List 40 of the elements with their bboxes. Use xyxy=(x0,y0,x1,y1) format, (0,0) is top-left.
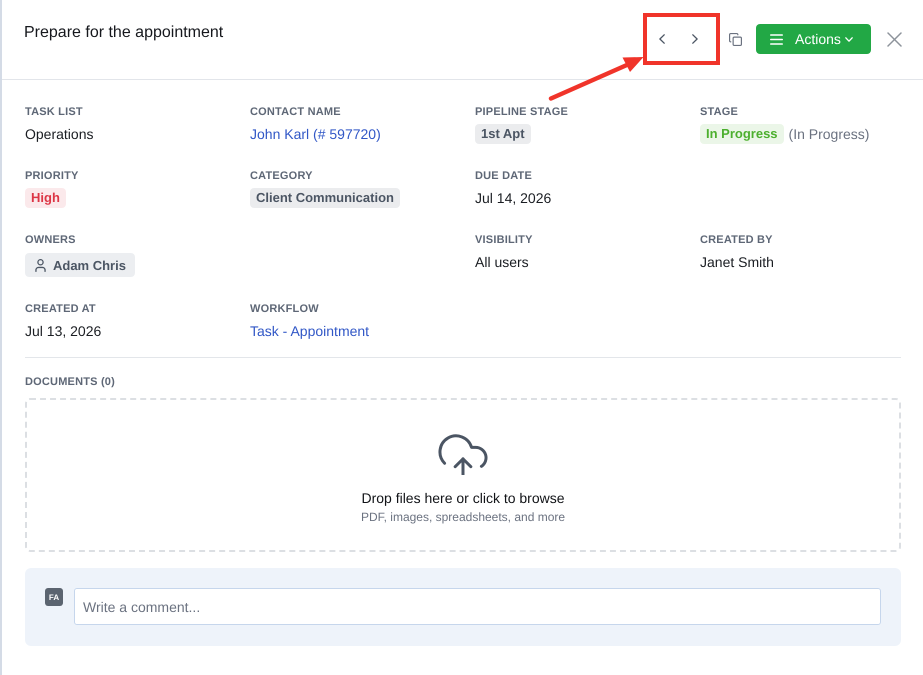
field-value: All users xyxy=(475,253,529,272)
field-label: VISIBILITY xyxy=(475,233,533,247)
dropzone-hint: PDF, images, spreadsheets, and more xyxy=(360,509,566,525)
chevron-left-icon xyxy=(659,34,665,44)
tag: High xyxy=(25,188,66,208)
status-tag: In Progress xyxy=(700,124,784,144)
field-label: CONTACT NAME xyxy=(250,105,341,119)
file-dropzone[interactable]: Drop files here or click to browse PDF, images, spreadsheets, and more xyxy=(25,398,901,552)
tag: Client Communication xyxy=(250,188,400,208)
field-label: DUE DATE xyxy=(475,169,532,183)
copy-icon xyxy=(728,32,742,46)
field-link[interactable]: Task - Appointment xyxy=(250,321,370,341)
field-value: Operations xyxy=(25,125,94,144)
field-label: CREATED AT xyxy=(25,302,96,316)
owner-name: Adam Chris xyxy=(53,258,126,272)
field-link[interactable]: John Karl (# 597720) xyxy=(250,124,381,144)
panel-title: Prepare for the appointment xyxy=(24,23,224,43)
close-icon xyxy=(886,32,902,46)
menu-icon xyxy=(770,34,783,44)
field-label: CREATED BY xyxy=(700,233,773,247)
field-label: PIPELINE STAGE xyxy=(475,105,568,119)
status-note: (In Progress) xyxy=(788,125,870,144)
user-avatar: FA xyxy=(45,588,63,606)
cloud-upload-icon xyxy=(438,434,488,475)
field-label: PRIORITY xyxy=(25,169,79,183)
comment-input[interactable]: Write a comment... xyxy=(74,588,881,625)
field-label: STAGE xyxy=(700,105,738,119)
field-value: Janet Smith xyxy=(700,253,774,272)
field-label: OWNERS xyxy=(25,233,76,247)
field-label: CATEGORY xyxy=(250,169,313,183)
field-label: WORKFLOW xyxy=(250,302,319,316)
field-value: Jul 13, 2026 xyxy=(25,322,102,341)
chevron-right-icon xyxy=(692,34,698,44)
dropzone-title: Drop files here or click to browse xyxy=(361,489,565,507)
tag: 1st Apt xyxy=(475,124,531,144)
caret-icon xyxy=(844,36,853,42)
person-icon xyxy=(35,258,46,272)
field-label: TASK LIST xyxy=(25,105,83,119)
field-value: Jul 14, 2026 xyxy=(475,189,552,208)
documents-label: DOCUMENTS (0) xyxy=(25,375,115,389)
